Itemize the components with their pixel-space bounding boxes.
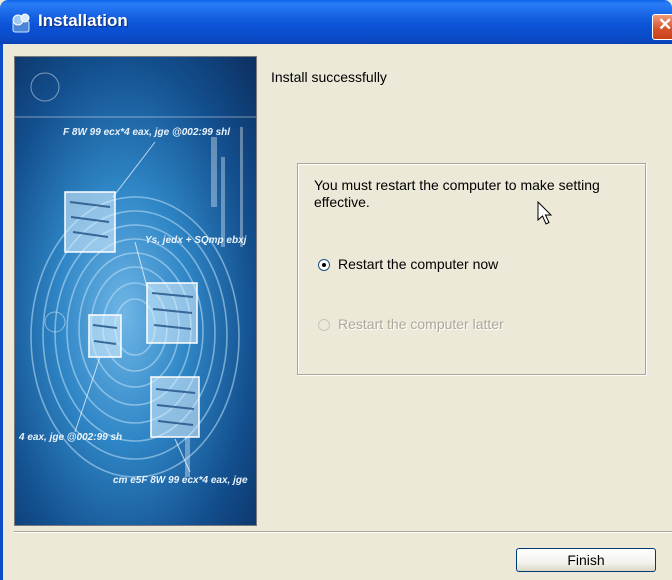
radio-selected-dot bbox=[322, 263, 326, 267]
art-caption-2: Ys, jedx + SQmp ebxj bbox=[145, 235, 247, 246]
fingerprint-banner-image: F 8W 99 ecx*4 eax, jge @002:99 shl Ys, j… bbox=[14, 56, 257, 526]
restart-message: You must restart the computer to make se… bbox=[314, 177, 600, 210]
art-caption-3: 4 eax, jge @002:99 sh bbox=[19, 432, 123, 443]
title-bar[interactable]: Installation ✕ bbox=[0, 0, 672, 44]
art-caption-1: F 8W 99 ecx*4 eax, jge @002:99 shl bbox=[63, 127, 231, 138]
footer-separator bbox=[14, 531, 672, 533]
install-status-text: Install successfully bbox=[271, 69, 387, 85]
installer-app-icon bbox=[12, 13, 30, 33]
restart-now-radio[interactable] bbox=[318, 259, 330, 271]
restart-now-label[interactable]: Restart the computer now bbox=[338, 256, 498, 272]
window-title: Installation bbox=[38, 11, 128, 30]
restart-options-group: You must restart the computer to make se… bbox=[297, 163, 646, 375]
finish-button[interactable]: Finish bbox=[516, 548, 656, 572]
art-caption-4: cm e5F 8W 99 ecx*4 eax, jge bbox=[113, 475, 248, 486]
close-button[interactable]: ✕ bbox=[652, 14, 672, 40]
mouse-cursor-icon bbox=[537, 201, 553, 225]
restart-later-radio bbox=[318, 319, 330, 331]
close-icon: ✕ bbox=[658, 15, 672, 34]
restart-later-label: Restart the computer latter bbox=[338, 316, 504, 332]
